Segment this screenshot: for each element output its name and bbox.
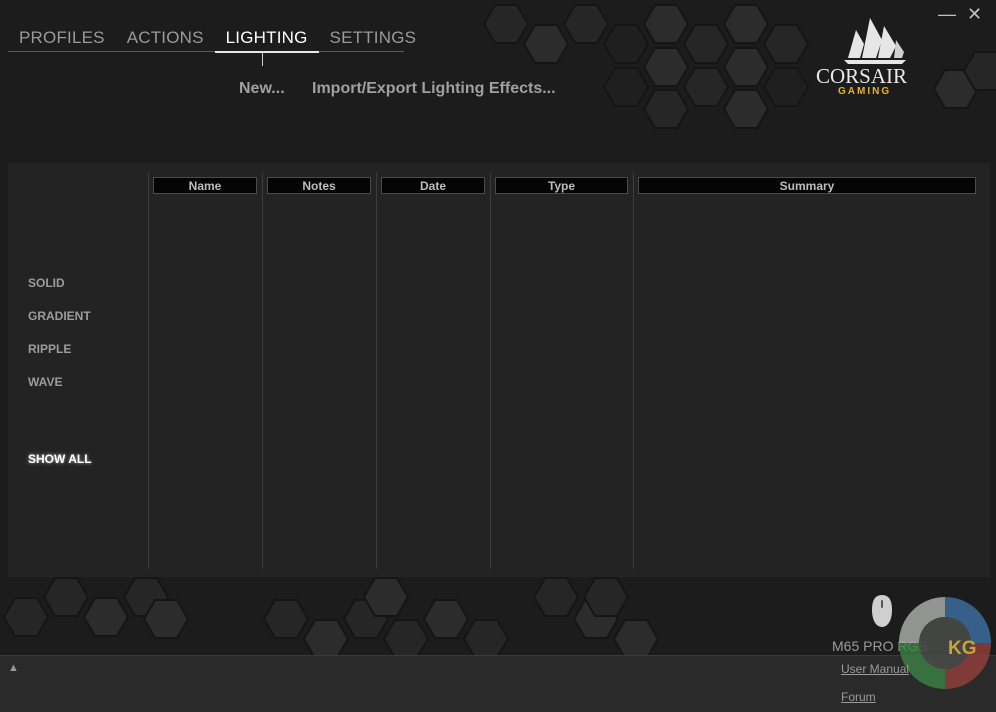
import-export-lighting-button[interactable]: Import/Export Lighting Effects... (312, 80, 556, 98)
mouse-icon[interactable] (870, 594, 894, 628)
column-divider (633, 173, 634, 569)
kg-watermark-logo (899, 597, 991, 689)
close-button[interactable]: ✕ (967, 4, 982, 25)
tab-actions[interactable]: ACTIONS (116, 24, 215, 51)
sails-icon (844, 18, 906, 64)
forum-link[interactable]: Forum (841, 690, 876, 704)
filter-show-all[interactable]: SHOW ALL (28, 452, 92, 466)
column-header-summary[interactable]: Summary (638, 177, 976, 194)
filter-wave[interactable]: WAVE (28, 375, 62, 389)
tab-settings[interactable]: SETTINGS (319, 24, 428, 51)
tab-lighting[interactable]: LIGHTING (214, 24, 319, 66)
new-lighting-button[interactable]: New... (239, 80, 285, 98)
column-header-type[interactable]: Type (495, 177, 628, 194)
column-divider (262, 173, 263, 569)
filter-ripple[interactable]: RIPPLE (28, 342, 71, 356)
logo-subtext: GAMING (838, 86, 892, 97)
main-tabs: PROFILES ACTIONS LIGHTING SETTINGS (8, 24, 416, 66)
filter-gradient[interactable]: GRADIENT (28, 309, 91, 323)
user-manual-link[interactable]: User Manual (841, 662, 909, 676)
column-header-name[interactable]: Name (153, 177, 257, 194)
lighting-effects-panel: SOLID GRADIENT RIPPLE WAVE SHOW ALL Name… (8, 163, 990, 577)
triangle-up-icon[interactable]: ▲ (8, 662, 19, 674)
filter-solid[interactable]: SOLID (28, 276, 65, 290)
column-divider (376, 173, 377, 569)
watermark-text: KG (948, 638, 977, 659)
corsair-logo: CORSAIR GAMING (810, 10, 926, 100)
column-divider (148, 173, 149, 569)
column-header-date[interactable]: Date (381, 177, 485, 194)
minimize-button[interactable]: — (938, 4, 956, 25)
tab-profiles[interactable]: PROFILES (8, 24, 116, 51)
column-header-notes[interactable]: Notes (267, 177, 371, 194)
column-divider (490, 173, 491, 569)
